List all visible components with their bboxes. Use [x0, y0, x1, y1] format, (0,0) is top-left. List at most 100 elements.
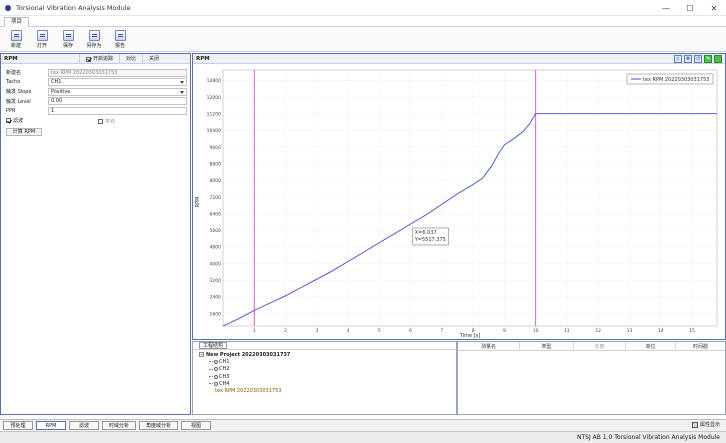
column-timestamp[interactable]: 时间戳	[676, 342, 725, 350]
window-title: Torsional Vibration Analysis Module	[16, 3, 131, 12]
tooltip: X=6.037 Y=5517.375	[412, 227, 450, 246]
project-tree-panel: 工程结构 − New Project 20220303031737 CH1 CH…	[192, 341, 457, 415]
tacho-select[interactable]: CH1	[48, 78, 187, 86]
new-file-icon	[10, 29, 22, 41]
y-axis-ticks: 1600 2400 3200 4000 4800 5600 6400 7200 8000 8800…	[207, 78, 221, 317]
tab-close[interactable]: 关闭	[142, 54, 165, 64]
filter-checkbox[interactable]	[6, 118, 11, 123]
tab-preprocess[interactable]: 预处理	[3, 421, 33, 430]
report-icon	[114, 29, 126, 41]
column-length[interactable]: 长度	[574, 342, 626, 350]
save-as-button[interactable]: 另存为	[82, 27, 106, 51]
tab-rpm[interactable]: RPM	[36, 421, 66, 430]
green-icon[interactable]	[714, 55, 722, 63]
save-icon	[62, 29, 74, 41]
table-header: 测量名 类型 长度 单位 时间戳	[458, 342, 725, 351]
tacho-value: CH1	[51, 79, 62, 85]
chart-legend: tex RPM 20220303031753	[626, 73, 714, 85]
tab-angle-domain[interactable]: 角度域分析	[139, 421, 179, 430]
rpm-panel-title: RPM	[4, 55, 18, 62]
level-input[interactable]: 0.00	[48, 97, 187, 105]
collapse-icon[interactable]: −	[199, 352, 204, 358]
y-tick-label: 3200	[210, 278, 222, 284]
tab-track-label: 开启追踪	[93, 56, 114, 62]
report-button-label: 报告	[114, 42, 125, 49]
channel-icon	[214, 367, 218, 372]
close-button[interactable]: ✕	[702, 0, 726, 16]
plot-area	[222, 69, 718, 327]
tree-channel-ch1[interactable]: CH1	[199, 358, 456, 365]
ppr-input[interactable]: 1	[48, 106, 187, 115]
calculate-rpm-button[interactable]: 计算 RPM	[6, 127, 42, 136]
tab-filter[interactable]: 滤波	[69, 421, 99, 430]
y-tick-label: 4800	[210, 245, 222, 251]
ppr-row: PPR 1	[6, 106, 190, 115]
tree-channel-ch3[interactable]: CH3	[199, 373, 456, 380]
window-controls: — ☐ ✕	[654, 0, 726, 16]
open-button-label: 打开	[36, 42, 47, 49]
new-button[interactable]: 新建	[4, 27, 28, 51]
column-name[interactable]: 测量名	[458, 342, 520, 350]
tooltip-x: X=6.037	[415, 230, 437, 236]
properties-toggle[interactable]: 属性显示	[691, 421, 720, 428]
toolbar: 新建 打开 保存 另存为 报告	[0, 27, 726, 52]
average-label: 平均	[105, 118, 116, 125]
tree-channel-ch2[interactable]: CH2	[199, 366, 456, 373]
save-as-button-label: 另存为	[86, 42, 102, 49]
tab-compare[interactable]: 对比	[119, 54, 142, 64]
column-type[interactable]: 类型	[520, 342, 574, 350]
y-tick-label: 11200	[207, 112, 221, 118]
tab-view[interactable]: 视图	[181, 421, 212, 430]
pen-icon[interactable]: ✎	[704, 55, 712, 63]
y-tick-label: 9600	[210, 145, 222, 151]
tree-project-node[interactable]: − New Project 20220303031737	[199, 351, 456, 358]
y-tick-label: 12800	[207, 78, 221, 84]
save-button[interactable]: 保存	[56, 27, 80, 51]
ribbon-tab-bar: 项目	[0, 16, 726, 27]
move-icon[interactable]: ✥	[684, 55, 692, 63]
slope-select[interactable]: Positive	[48, 87, 187, 96]
track-checkbox[interactable]	[86, 56, 91, 62]
chevron-down-icon	[180, 90, 184, 94]
x-axis-label: Time [s]	[459, 333, 480, 339]
filter-row: 滤波 平均	[6, 116, 190, 126]
rpm-panel-header: RPM 开启追踪 对比 关闭	[1, 54, 190, 64]
name-field[interactable]: tex RPM 20220303031753	[48, 68, 187, 77]
open-button[interactable]: 打开	[30, 27, 54, 51]
properties-label: 属性显示	[699, 422, 720, 428]
average-option[interactable]: 平均	[98, 118, 115, 125]
x-tick-label: 9	[503, 328, 506, 334]
ribbon-tab-project[interactable]: 项目	[4, 17, 30, 27]
minimize-button[interactable]: —	[654, 0, 678, 16]
tooltip-y: Y=5517.375	[414, 237, 446, 243]
average-checkbox[interactable]	[98, 118, 103, 124]
open-icon	[36, 29, 48, 41]
y-tick-label: 8800	[210, 161, 222, 167]
x-tick-label: 2	[284, 328, 287, 334]
tree-channel-ch4[interactable]: CH4	[199, 380, 456, 387]
y-tick-label: 7200	[210, 195, 222, 201]
rpm-chart[interactable]: 1600 2400 3200 4000 4800 5600 6400 7200 8000 8800…	[193, 65, 725, 340]
y-tick-label: 10400	[207, 128, 221, 134]
measurement-table-panel: 测量名 类型 长度 单位 时间戳	[457, 341, 726, 415]
save-as-icon	[88, 29, 100, 41]
filter-label: 滤波	[13, 118, 24, 124]
tree-rpm-item[interactable]: tex RPM 20220303031753	[199, 387, 456, 394]
properties-icon	[691, 421, 698, 428]
tacho-label: Tacho	[6, 79, 21, 85]
reset-icon[interactable]: ↺	[694, 55, 702, 63]
slope-value: Positive	[51, 88, 71, 95]
tree-project-label: New Project 20220303031737	[206, 351, 291, 358]
y-tick-label: 1600	[210, 311, 222, 317]
channel-icon	[214, 359, 218, 364]
new-button-label: 新建	[10, 42, 21, 49]
tacho-row: Tacho CH1	[6, 78, 190, 87]
zoom-icon[interactable]: ⌕	[674, 55, 682, 63]
tab-time-domain[interactable]: 时域分析	[102, 421, 137, 430]
column-unit[interactable]: 单位	[626, 342, 676, 350]
x-tick-label: 11	[564, 328, 570, 334]
tab-track[interactable]: 开启追踪	[79, 54, 119, 64]
module-tab-bar: 预处理 RPM 滤波 时域分析 角度域分析 视图 属性显示	[0, 419, 726, 431]
report-button[interactable]: 报告	[108, 27, 132, 51]
maximize-button[interactable]: ☐	[678, 0, 702, 16]
